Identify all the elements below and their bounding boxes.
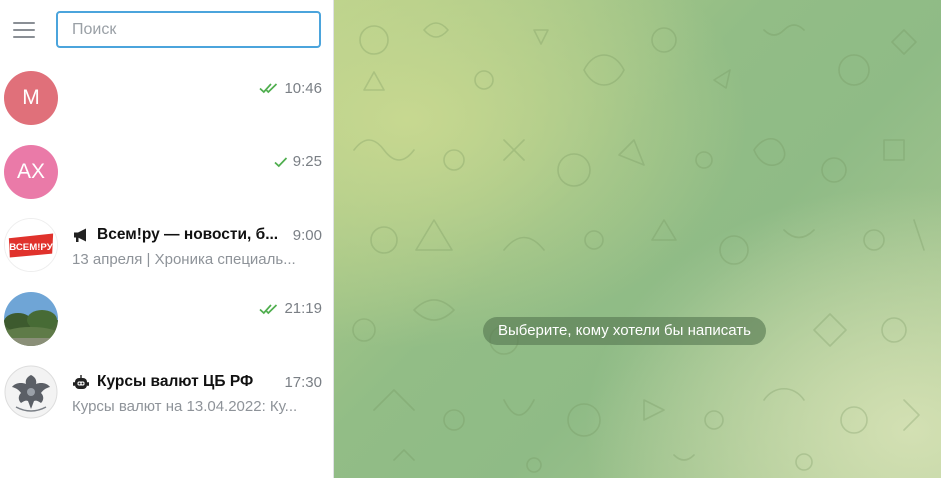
chat-item[interactable]: АХ 9:25 — [0, 136, 333, 210]
chat-time: 9:25 — [292, 153, 322, 170]
chat-sidebar: М 10:46 АХ — [0, 0, 334, 478]
chat-meta: 17:30 — [284, 374, 322, 391]
bot-icon — [72, 374, 90, 391]
chat-title-row: 10:46 — [72, 77, 322, 99]
landscape-photo-icon — [4, 291, 58, 346]
chat-background-area: Выберите, кому хотели бы написать — [334, 0, 941, 478]
chat-meta: 9:25 — [274, 153, 322, 170]
chat-item[interactable]: 21:19 — [0, 283, 333, 357]
chat-title-row: 21:19 — [72, 298, 322, 320]
vsem-logo-icon: ВСЕМ!РУ — [5, 219, 57, 271]
search-input[interactable] — [56, 11, 321, 48]
check-icon — [274, 156, 288, 168]
chat-name: Всем!ру — новости, б... — [97, 226, 279, 243]
avatar — [4, 291, 58, 346]
chat-preview: 13 апреля | Хроника специаль... — [72, 251, 296, 268]
chat-item[interactable]: М 10:46 — [0, 62, 333, 136]
avatar: АХ — [4, 144, 58, 199]
chat-name: Курсы валют ЦБ РФ — [97, 373, 254, 390]
chat-preview: Курсы валют на 13.04.2022: Ку... — [72, 398, 298, 415]
svg-text:ВСЕМ!РУ: ВСЕМ!РУ — [9, 242, 53, 253]
chat-meta: 21:19 — [259, 300, 322, 317]
avatar: ВСЕМ!РУ — [4, 218, 58, 272]
chat-item[interactable]: ВСЕМ!РУ Всем!ру — новости, б... 9:00 13 … — [0, 209, 333, 283]
chat-title-row: 9:25 — [72, 151, 322, 173]
chat-meta: 10:46 — [259, 80, 322, 97]
double-check-icon — [259, 82, 279, 94]
megaphone-icon — [72, 227, 90, 243]
chat-title-row: Всем!ру — новости, б... 9:00 — [72, 224, 322, 246]
chat-time: 9:00 — [292, 226, 322, 244]
chat-time: 10:46 — [284, 79, 322, 97]
chat-meta: 9:00 — [293, 227, 322, 244]
double-check-icon — [259, 303, 279, 315]
avatar-initials: М — [22, 86, 40, 109]
chat-list: М 10:46 АХ 9:25 ВСЕМ!РУ Всем!ру — новост… — [0, 62, 333, 430]
doodle-pattern — [352, 22, 925, 473]
bank-emblem-icon — [4, 365, 58, 419]
avatar — [4, 365, 58, 419]
chat-item[interactable]: Курсы валют ЦБ РФ 17:30 Курсы валют на 1… — [0, 356, 333, 430]
hamburger-menu-icon[interactable] — [8, 14, 40, 46]
avatar: М — [4, 71, 58, 125]
chat-time: 21:19 — [284, 300, 322, 317]
select-chat-hint: Выберите, кому хотели бы написать — [483, 317, 766, 345]
chat-time: 17:30 — [284, 373, 322, 391]
sidebar-header — [0, 0, 333, 60]
avatar-initials: АХ — [16, 159, 45, 183]
chat-title-row: Курсы валют ЦБ РФ 17:30 — [72, 371, 322, 393]
